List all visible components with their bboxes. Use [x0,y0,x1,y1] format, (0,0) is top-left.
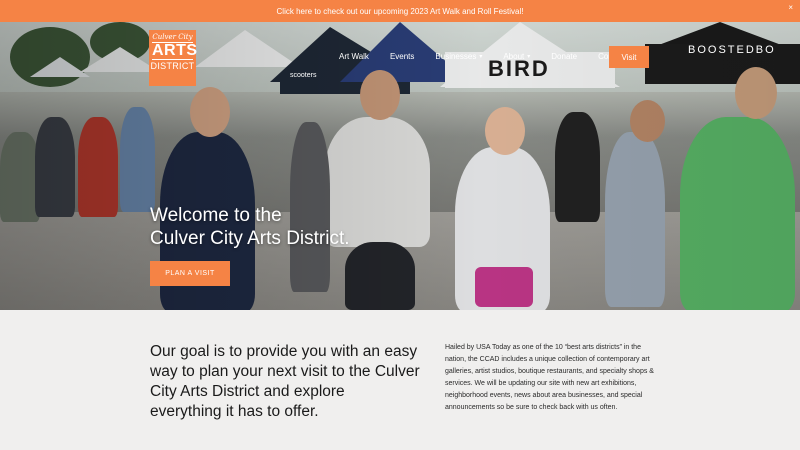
site-logo[interactable]: Culver City ARTS DISTRICT [149,30,198,86]
chevron-down-icon: ▾ [527,54,531,60]
visit-button[interactable]: Visit [609,46,649,68]
district-description: Hailed by USA Today as one of the 10 “be… [445,344,654,411]
logo-text-bottom: DISTRICT [150,61,195,71]
nav-item-label: About [503,52,525,61]
main-nav: Art Walk Events Businesses ▾ About ▾ Don… [339,52,647,61]
announcement-link[interactable]: Click here to check out our upcoming 202… [277,7,524,16]
nav-item-about[interactable]: About ▾ [503,52,530,61]
nav-item-businesses[interactable]: Businesses ▾ [435,52,482,61]
tent-sign-boosted: BOOSTEDBO [688,44,776,56]
nav-item-label: Businesses [435,52,477,61]
nav-item-art-walk[interactable]: Art Walk [339,52,369,61]
hero-title-line2: Culver City Arts District. [150,228,350,249]
announcement-bar[interactable]: Click here to check out our upcoming 202… [0,0,800,22]
chevron-down-icon: ▾ [479,54,483,60]
logo-text-mid: ARTS [152,42,198,60]
tent-sign-scooters: scooters [290,72,317,79]
plan-visit-button[interactable]: PLAN A VISIT [150,261,230,286]
nav-item-label: Donate [551,52,578,61]
hero-overlay [0,22,800,310]
intro-section: Our goal is to provide you with an easy … [0,310,800,450]
nav-item-label: Events [389,52,415,61]
hero-title: Welcome to the Culver City Arts District… [150,204,350,250]
close-icon[interactable]: × [788,4,793,12]
hero-section: BIRD BOOSTEDBO scooters Culver City ARTS… [0,22,800,310]
nav-item-donate[interactable]: Donate [551,52,577,61]
nav-item-label: Art Walk [339,52,369,61]
hero-title-line1: Welcome to the [150,205,282,226]
goal-statement: Our goal is to provide you with an easy … [150,343,420,420]
logo-text-top: Culver City [152,33,193,41]
nav-item-events[interactable]: Events [390,52,414,61]
